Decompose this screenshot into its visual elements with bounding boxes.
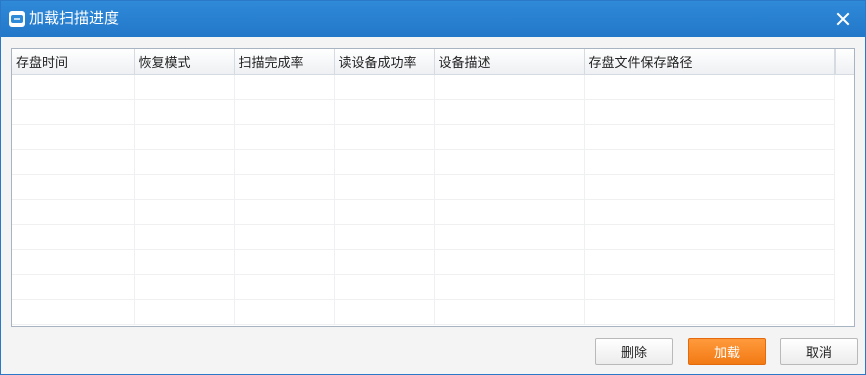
table-row <box>12 149 835 175</box>
table-row <box>12 274 835 300</box>
close-button[interactable] <box>821 1 865 37</box>
table-row <box>12 249 835 275</box>
column-header-save-time[interactable]: 存盘时间 <box>12 49 135 75</box>
window-title: 加载扫描进度 <box>29 10 120 27</box>
table-row <box>12 224 835 250</box>
table-row <box>12 99 835 125</box>
table-row <box>12 74 835 100</box>
column-header-read-success[interactable]: 读设备成功率 <box>334 49 435 75</box>
column-header-recovery-mode[interactable]: 恢复模式 <box>134 49 235 75</box>
table-row <box>12 299 835 325</box>
title-bar[interactable]: 加载扫描进度 <box>1 1 865 37</box>
load-button[interactable]: 加载 <box>688 338 766 365</box>
column-header-scan-completion[interactable]: 扫描完成率 <box>234 49 335 75</box>
column-header-save-path[interactable]: 存盘文件保存路径 <box>584 49 835 75</box>
cancel-button[interactable]: 取消 <box>780 338 858 365</box>
delete-button[interactable]: 删除 <box>595 338 673 365</box>
dialog-window: 加载扫描进度 存盘时间 恢复模式 扫描完成率 读设备成功率 设备描述 存盘文件保… <box>0 0 866 375</box>
table-row <box>12 174 835 200</box>
table-row <box>12 124 835 150</box>
app-logo-icon <box>9 11 25 27</box>
scan-progress-table[interactable]: 存盘时间 恢复模式 扫描完成率 读设备成功率 设备描述 存盘文件保存路径 <box>11 48 855 327</box>
close-icon <box>836 12 850 26</box>
table-header-row: 存盘时间 恢复模式 扫描完成率 读设备成功率 设备描述 存盘文件保存路径 <box>12 49 835 75</box>
table-row <box>12 199 835 225</box>
header-filler <box>835 49 854 75</box>
column-header-device-description[interactable]: 设备描述 <box>434 49 585 75</box>
